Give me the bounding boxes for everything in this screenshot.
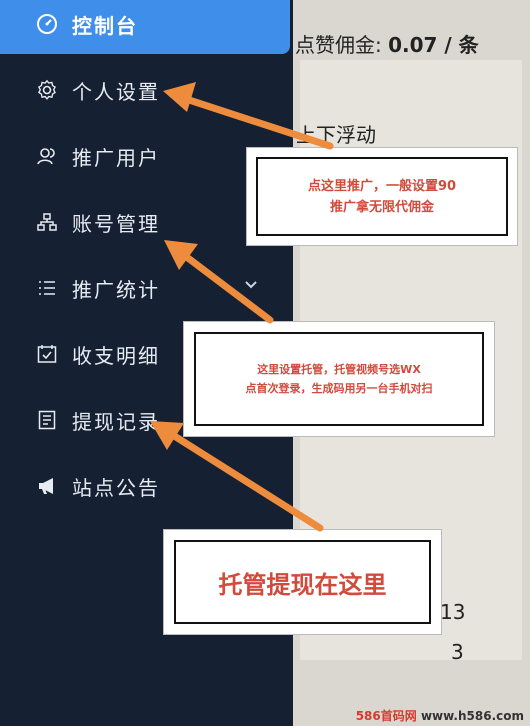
stat-number-1: 13 — [440, 600, 466, 624]
sidebar-item-dashboard[interactable]: 控制台 — [0, 4, 293, 44]
sidebar-item-promo-stats[interactable]: 推广统计 — [0, 268, 293, 308]
like-commission-label: 点赞佣金: — [295, 33, 382, 57]
calendar-check-icon — [36, 343, 58, 365]
document-list-icon — [36, 409, 58, 431]
sidebar-item-personal-settings[interactable]: 个人设置 — [0, 70, 293, 110]
sidebar-item-label: 推广用户 — [72, 145, 160, 170]
watermark-url: www.h586.com — [420, 709, 524, 723]
users-icon — [36, 145, 58, 167]
sidebar-item-label: 提现记录 — [72, 409, 160, 434]
stat-number-2: 3 — [451, 640, 464, 664]
sidebar-item-site-announcements[interactable]: 站点公告 — [0, 466, 293, 506]
megaphone-icon — [36, 475, 58, 497]
like-commission-row: 点赞佣金: 0.07 / 条 — [295, 29, 479, 58]
gear-icon — [36, 79, 58, 101]
list-icon — [36, 277, 58, 299]
chevron-down-icon[interactable] — [243, 276, 259, 296]
watermark: 586首码网 www.h586.com — [356, 707, 524, 724]
sidebar-item-label: 站点公告 — [72, 475, 160, 500]
sidebar-item-label: 个人设置 — [72, 79, 160, 104]
watermark-brand: 586首码网 — [355, 709, 417, 723]
annotation-note-2: 这里设置托管，托管视频号选WX 点首次登录，生成码用另一台手机对扫 — [184, 322, 494, 436]
annotation-note-3: 托管提现在这里 — [164, 530, 441, 634]
annotation-note-1-text: 点这里推广，一般设置90 推广拿无限代佣金 — [256, 157, 508, 236]
annotation-note-2-text: 这里设置托管，托管视频号选WX 点首次登录，生成码用另一台手机对扫 — [194, 332, 484, 426]
sidebar-item-label: 控制台 — [72, 13, 138, 38]
sidebar-item-label: 账号管理 — [72, 211, 160, 236]
dashboard-icon — [36, 13, 58, 35]
float-text: 上下浮动 — [296, 123, 376, 147]
sidebar-item-label: 收支明细 — [72, 343, 160, 368]
sidebar-item-label: 推广统计 — [72, 277, 160, 302]
org-chart-icon — [36, 211, 58, 233]
annotation-note-1: 点这里推广，一般设置90 推广拿无限代佣金 — [247, 148, 517, 245]
annotation-note-3-text: 托管提现在这里 — [174, 540, 431, 624]
like-commission-value: 0.07 / 条 — [388, 33, 479, 57]
